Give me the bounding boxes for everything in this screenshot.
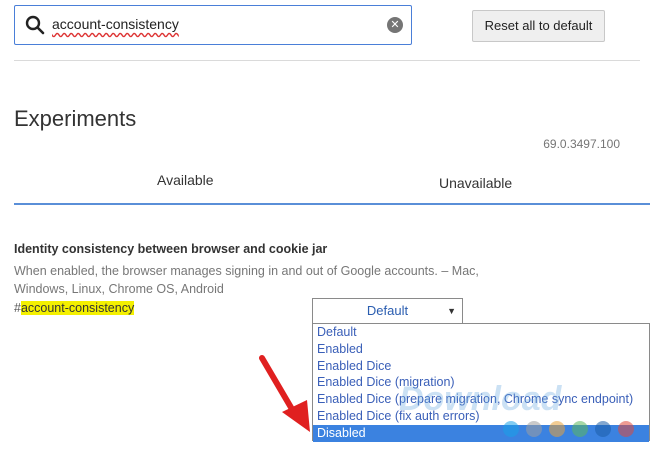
select-value: Default xyxy=(366,303,409,318)
tabs-divider xyxy=(14,203,650,205)
experiment-select[interactable]: Default ▼ xyxy=(312,298,463,324)
experiment-title: Identity consistency between browser and… xyxy=(14,242,328,256)
option-enabled-dice-migration[interactable]: Enabled Dice (migration) xyxy=(313,374,649,391)
select-dropdown-list: Default Enabled Enabled Dice Enabled Dic… xyxy=(312,323,650,442)
experiment-description: When enabled, the browser manages signin… xyxy=(14,264,479,296)
tab-unavailable[interactable]: Unavailable xyxy=(439,175,512,191)
option-enabled-dice[interactable]: Enabled Dice xyxy=(313,358,649,375)
page-title: Experiments xyxy=(14,106,137,131)
permalink-hash: # xyxy=(14,301,21,315)
option-enabled-dice-prepare-migration[interactable]: Enabled Dice (prepare migration, Chrome … xyxy=(313,391,649,408)
option-enabled-dice-fix-auth[interactable]: Enabled Dice (fix auth errors) xyxy=(313,408,649,425)
option-enabled[interactable]: Enabled xyxy=(313,341,649,358)
header-divider xyxy=(14,60,640,61)
option-default[interactable]: Default xyxy=(313,324,649,341)
permalink-text[interactable]: account-consistency xyxy=(20,301,135,315)
version-label: 69.0.3497.100 xyxy=(543,137,620,151)
clear-icon[interactable]: ✕ xyxy=(387,17,403,33)
tab-available[interactable]: Available xyxy=(157,172,214,188)
experiment-permalink[interactable]: #account-consistency xyxy=(14,301,135,315)
reset-all-button[interactable]: Reset all to default xyxy=(472,10,605,42)
option-disabled[interactable]: Disabled xyxy=(313,424,649,442)
search-icon xyxy=(25,15,45,40)
red-arrow-icon xyxy=(250,350,320,445)
chevron-down-icon: ▼ xyxy=(447,306,456,316)
search-input[interactable]: account-consistency xyxy=(52,16,179,32)
search-field[interactable]: account-consistency ✕ xyxy=(14,5,412,45)
